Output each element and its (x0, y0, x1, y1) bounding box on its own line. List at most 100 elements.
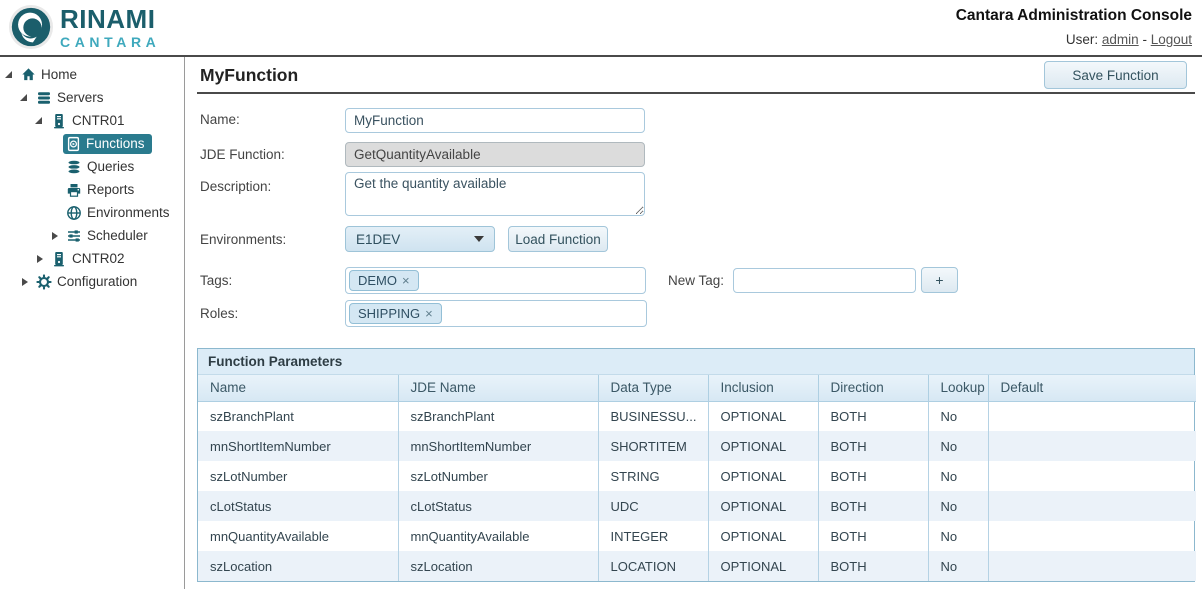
roles-label: Roles: (200, 306, 238, 321)
cell-direction: BOTH (818, 461, 928, 491)
table-row[interactable]: mnQuantityAvailablemnQuantityAvailableIN… (198, 521, 1196, 551)
logout-link[interactable]: Logout (1151, 32, 1192, 47)
new-tag-label: New Tag: (668, 273, 724, 288)
cell-data-type: LOCATION (598, 551, 708, 581)
cell-jde-name: cLotStatus (398, 491, 598, 521)
table-row[interactable]: szLocationszLocationLOCATIONOPTIONALBOTH… (198, 551, 1196, 581)
tree-expander-spacer (49, 207, 61, 219)
sidebar-item-home[interactable]: Home (0, 63, 184, 86)
cell-data-type: STRING (598, 461, 708, 491)
user-link[interactable]: admin (1102, 32, 1139, 47)
chip-remove-icon[interactable]: × (402, 273, 410, 288)
roles-input[interactable]: SHIPPING × (345, 300, 647, 327)
tags-input[interactable]: DEMO × (345, 267, 646, 294)
rinami-logo: RINAMI CANTARA (8, 4, 160, 50)
column-header-data-type: Data Type (598, 375, 708, 401)
tree-expander-icon[interactable] (34, 115, 46, 127)
sidebar-item-label: CNTR02 (72, 251, 125, 266)
table-row[interactable]: szLotNumberszLotNumberSTRINGOPTIONALBOTH… (198, 461, 1196, 491)
column-header-default: Default (988, 375, 1196, 401)
sidebar-item-label: Reports (87, 182, 134, 197)
cell-lookup: No (928, 551, 988, 581)
cell-default (988, 521, 1196, 551)
header-right: Cantara Administration Console User: adm… (956, 7, 1192, 47)
cell-name: mnShortItemNumber (198, 431, 398, 461)
load-function-button[interactable]: Load Function (508, 226, 608, 252)
sidebar-item-environments[interactable]: Environments (0, 201, 184, 224)
tree-expander-icon[interactable] (19, 276, 31, 288)
sidebar-item-label: Configuration (57, 274, 137, 289)
description-label: Description: (200, 179, 271, 194)
tree-expander-icon[interactable] (4, 69, 16, 81)
table-row[interactable]: mnShortItemNumbermnShortItemNumberSHORTI… (198, 431, 1196, 461)
content: MyFunction Save Function Name: JDE Funct… (186, 57, 1202, 589)
logo-cantara-text: CANTARA (60, 35, 160, 49)
column-header-jde-name: JDE Name (398, 375, 598, 401)
jde-function-input (345, 142, 645, 167)
cell-lookup: No (928, 491, 988, 521)
cell-lookup: No (928, 461, 988, 491)
queries-icon (66, 159, 82, 175)
add-tag-button[interactable]: + (921, 267, 958, 293)
sidebar-item-reports[interactable]: Reports (0, 178, 184, 201)
cell-inclusion: OPTIONAL (708, 521, 818, 551)
sidebar-item-scheduler[interactable]: Scheduler (0, 224, 184, 247)
cell-data-type: INTEGER (598, 521, 708, 551)
environments-icon (66, 205, 82, 221)
cell-default (988, 551, 1196, 581)
sidebar-item-queries[interactable]: Queries (0, 155, 184, 178)
server-icon (51, 251, 67, 267)
cell-name: cLotStatus (198, 491, 398, 521)
cell-inclusion: OPTIONAL (708, 401, 818, 431)
user-label: User: (1066, 32, 1098, 47)
column-header-name: Name (198, 375, 398, 401)
sidebar-item-configuration[interactable]: Configuration (0, 270, 184, 293)
name-input[interactable] (345, 108, 645, 133)
sidebar-item-label: CNTR01 (72, 113, 125, 128)
cell-name: szLotNumber (198, 461, 398, 491)
jde-function-label: JDE Function: (200, 147, 285, 162)
column-header-direction: Direction (818, 375, 928, 401)
cell-jde-name: szLocation (398, 551, 598, 581)
environments-select[interactable]: E1DEV (345, 226, 495, 252)
tree-expander-icon[interactable] (19, 92, 31, 104)
save-function-button[interactable]: Save Function (1044, 61, 1187, 89)
tag-chip[interactable]: DEMO × (349, 270, 419, 291)
cell-inclusion: OPTIONAL (708, 431, 818, 461)
name-label: Name: (200, 112, 240, 127)
cell-inclusion: OPTIONAL (708, 461, 818, 491)
table-caption: Function Parameters (198, 349, 1194, 375)
tree-expander-icon[interactable] (34, 253, 46, 265)
description-textarea[interactable]: Get the quantity available (345, 172, 645, 216)
role-chip-label: SHIPPING (358, 306, 420, 321)
cell-jde-name: mnShortItemNumber (398, 431, 598, 461)
server-icon (51, 113, 67, 129)
cell-name: mnQuantityAvailable (198, 521, 398, 551)
chevron-down-icon (474, 236, 484, 242)
table-body: szBranchPlantszBranchPlantBUSINESSU...OP… (198, 401, 1196, 581)
sidebar-item-label: Functions (86, 136, 145, 151)
servers-icon (36, 90, 52, 106)
sidebar-item-servers[interactable]: Servers (0, 86, 184, 109)
home-icon (21, 67, 36, 82)
cell-lookup: No (928, 431, 988, 461)
sidebar-item-cntr02[interactable]: CNTR02 (0, 247, 184, 270)
cell-default (988, 491, 1196, 521)
cell-default (988, 431, 1196, 461)
cell-data-type: BUSINESSU... (598, 401, 708, 431)
table-row[interactable]: cLotStatuscLotStatusUDCOPTIONALBOTHNo (198, 491, 1196, 521)
table-row[interactable]: szBranchPlantszBranchPlantBUSINESSU...OP… (198, 401, 1196, 431)
new-tag-input[interactable] (733, 268, 916, 293)
cell-direction: BOTH (818, 431, 928, 461)
tree-expander-icon[interactable] (49, 230, 61, 242)
sidebar-item-functions[interactable]: Functions (0, 132, 184, 155)
sidebar-item-cntr01[interactable]: CNTR01 (0, 109, 184, 132)
page-title: MyFunction (200, 65, 298, 86)
sidebar-tree: HomeServers CNTR01 Functions Queries Reports… (0, 63, 184, 293)
chip-remove-icon[interactable]: × (425, 306, 433, 321)
gear-icon (36, 274, 52, 290)
cell-inclusion: OPTIONAL (708, 491, 818, 521)
role-chip[interactable]: SHIPPING × (349, 303, 442, 324)
user-separator: - (1142, 32, 1147, 47)
cell-inclusion: OPTIONAL (708, 551, 818, 581)
